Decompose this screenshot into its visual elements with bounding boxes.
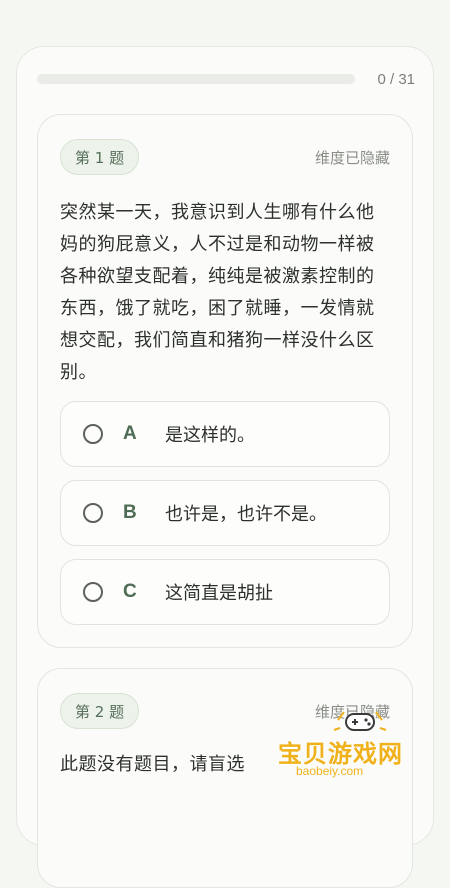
gamepad-icon (333, 711, 387, 731)
question-text: 突然某一天，我意识到人生哪有什么他妈的狗屁意义，人不过是和动物一样被各种欲望支配… (60, 202, 375, 383)
option-letter: C (123, 581, 137, 602)
progress-counter: 0 / 31 (377, 70, 415, 88)
option-letter: B (123, 502, 137, 523)
question-card-1: 第 1 题 维度已隐藏 突然某一天，我意识到人生哪有什么他妈的狗屁意义，人不过是… (37, 114, 413, 648)
progress-row: 0 / 31 (37, 67, 415, 91)
option-text: 也许是，也许不是。 (165, 504, 327, 525)
option-text: 这简直是胡扯 (165, 583, 273, 604)
option-b[interactable]: B 也许是，也许不是。 (60, 480, 390, 546)
option-text: 是这样的。 (165, 425, 255, 446)
watermark: 宝贝游戏网 baobeiy.com (272, 706, 432, 786)
option-c[interactable]: C 这简直是胡扯 (60, 559, 390, 625)
radio-circle-icon[interactable] (83, 424, 103, 444)
radio-circle-icon[interactable] (83, 503, 103, 523)
question-number-badge: 第 2 题 (60, 693, 140, 729)
radio-circle-icon[interactable] (83, 582, 103, 602)
option-a[interactable]: A 是这样的。 (60, 401, 390, 467)
question-header: 第 1 题 维度已隐藏 (60, 139, 390, 175)
dimension-hidden-label: 维度已隐藏 (314, 148, 390, 167)
option-letter: A (123, 423, 137, 444)
progress-bar (37, 74, 355, 84)
question-number-badge: 第 1 题 (60, 139, 140, 175)
watermark-url: baobeiy.com (296, 764, 364, 778)
